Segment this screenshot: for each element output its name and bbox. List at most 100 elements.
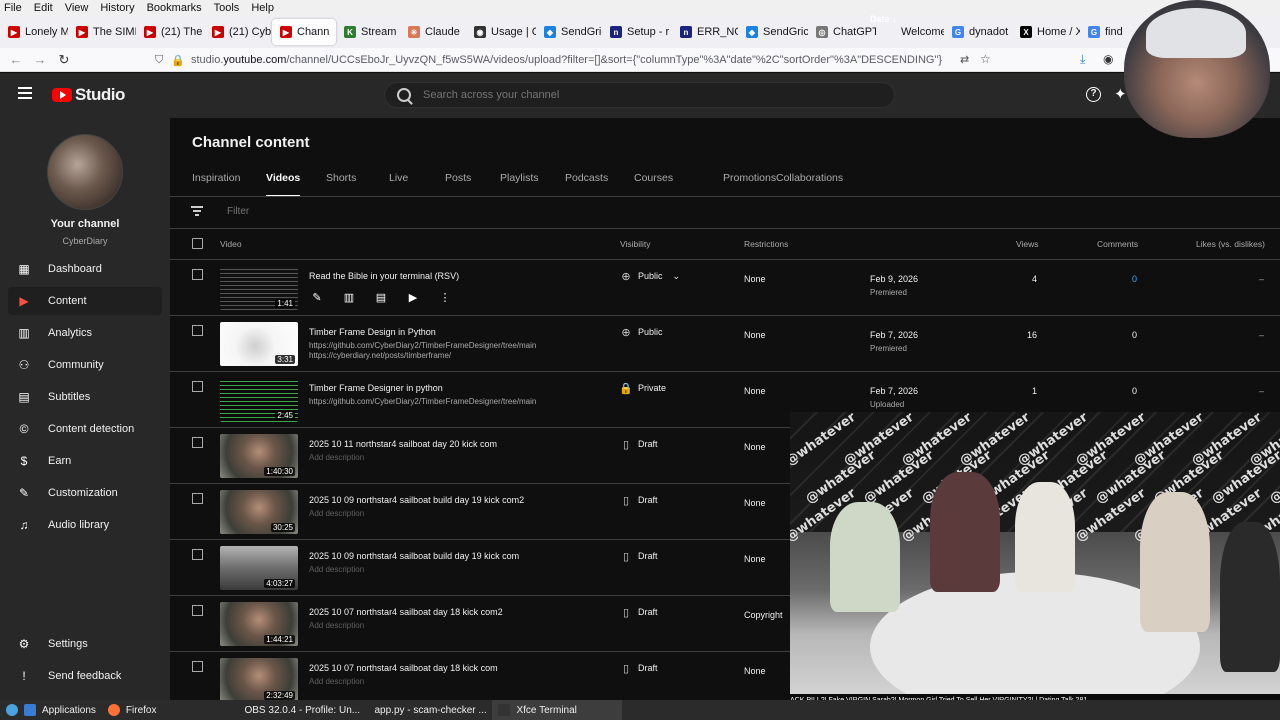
row-checkbox[interactable]: [192, 381, 203, 392]
analytics-icon[interactable]: ▥: [341, 290, 357, 304]
sidebar-item-community[interactable]: ⚇ Community: [8, 351, 162, 379]
tab-shorts[interactable]: Shorts: [326, 172, 356, 196]
sidebar-item-audio-library[interactable]: ♫ Audio library: [8, 511, 162, 539]
video-description[interactable]: Add description: [309, 677, 599, 687]
tab-courses[interactable]: Courses: [634, 172, 673, 196]
browser-tab[interactable]: X Home / X: [1012, 19, 1080, 45]
browser-tab[interactable]: ◎ ChatGPT: [808, 19, 876, 45]
col-header-visibility[interactable]: Visibility: [620, 239, 651, 249]
row-checkbox[interactable]: [192, 549, 203, 560]
filter-icon[interactable]: [191, 206, 203, 218]
comments-value[interactable]: 0: [1110, 274, 1137, 284]
menu-item[interactable]: Tools: [214, 2, 240, 14]
taskbar-window[interactable]: OBS 32.0.4 - Profile: Un...: [232, 700, 362, 720]
sidebar-item-customization[interactable]: ✎ Customization: [8, 479, 162, 507]
menu-item[interactable]: History: [100, 2, 134, 14]
row-checkbox[interactable]: [192, 325, 203, 336]
bookmark-star-icon[interactable]: ☆: [980, 52, 991, 66]
video-description[interactable]: Add description: [309, 565, 599, 575]
browser-tab[interactable]: Gdynadot: [944, 19, 1012, 45]
help-icon[interactable]: ?: [1086, 87, 1101, 102]
table-row[interactable]: 1:41 Read the Bible in your terminal (RSV…: [170, 260, 1280, 316]
video-thumbnail[interactable]: 2:32:49: [220, 658, 298, 702]
col-header-views[interactable]: Views: [1016, 239, 1039, 249]
row-checkbox[interactable]: [192, 269, 203, 280]
menu-item[interactable]: Edit: [34, 2, 53, 14]
sidebar-item-settings[interactable]: ⚙ Settings: [8, 630, 162, 658]
video-thumbnail[interactable]: 1:41: [220, 266, 298, 310]
visibility-status[interactable]: ▯ Draft: [620, 438, 658, 451]
video-thumbnail[interactable]: 3:31: [220, 322, 298, 366]
browser-tab[interactable]: ◆ SendGric: [738, 19, 808, 45]
browser-tab[interactable]: ◆ SendGric: [536, 19, 602, 45]
sidebar-item-earn[interactable]: $ Earn: [8, 447, 162, 475]
sidebar-item-content[interactable]: ▶ Content: [8, 287, 162, 315]
video-thumbnail[interactable]: 4:03:27: [220, 546, 298, 590]
taskbar-window[interactable]: app.py - scam-checker ...: [362, 700, 492, 720]
tab-videos[interactable]: Videos: [266, 172, 301, 197]
video-thumbnail[interactable]: 30:25: [220, 490, 298, 534]
row-checkbox[interactable]: [192, 661, 203, 672]
menu-item[interactable]: Help: [251, 2, 274, 14]
browser-tab[interactable]: ▶Chann✕: [272, 19, 336, 45]
video-title[interactable]: 2025 10 07 northstar4 sailboat day 18 ki…: [309, 663, 498, 673]
video-description[interactable]: Add description: [309, 509, 599, 519]
browser-tab[interactable]: ✳ Claude: [400, 19, 466, 45]
sidebar-item-subtitles[interactable]: ▤ Subtitles: [8, 383, 162, 411]
comments-icon[interactable]: ▤: [373, 290, 389, 304]
filter-input[interactable]: [227, 206, 427, 217]
browser-tab[interactable]: Gfind: [1080, 19, 1130, 45]
search-input[interactable]: [423, 89, 863, 101]
tab-collaborations[interactable]: Collaborations: [776, 172, 843, 196]
applications-menu[interactable]: Applications: [0, 700, 102, 720]
browser-tab[interactable]: n ERR_NGI: [672, 19, 738, 45]
video-title[interactable]: Timber Frame Designer in python: [309, 383, 443, 393]
translate-icon[interactable]: ⇄: [960, 53, 969, 66]
browser-tab[interactable]: ▶ (21) The: [136, 19, 204, 45]
visibility-status[interactable]: ▯ Draft: [620, 606, 658, 619]
edit-icon[interactable]: ✎: [309, 290, 325, 304]
video-thumbnail[interactable]: 2:45: [220, 378, 298, 422]
video-description[interactable]: Add description: [309, 621, 599, 631]
browser-tab[interactable]: n Setup - r: [602, 19, 672, 45]
tab-podcasts[interactable]: Podcasts: [565, 172, 608, 196]
col-header-comments[interactable]: Comments: [1097, 239, 1138, 249]
url-bar[interactable]: ⛉ 🔒 studio. youtube.com/channel/UCCsEboJr…: [155, 48, 1000, 72]
col-header-likes[interactable]: Likes (vs. dislikes): [1196, 239, 1265, 249]
channel-avatar[interactable]: [47, 134, 123, 210]
visibility-status[interactable]: ▯ Draft: [620, 550, 658, 563]
video-description[interactable]: https://github.com/CyberDiary2/TimberFra…: [309, 341, 599, 361]
sidebar-item-dashboard[interactable]: ▦ Dashboard: [8, 255, 162, 283]
sidebar-item-send-feedback[interactable]: ! Send feedback: [8, 662, 162, 690]
video-title[interactable]: 2025 10 07 northstar4 sailboat day 18 ki…: [309, 607, 503, 617]
select-all-checkbox[interactable]: [192, 238, 203, 249]
video-description[interactable]: https://github.com/CyberDiary2/TimberFra…: [309, 397, 599, 407]
col-header-restrictions[interactable]: Restrictions: [744, 239, 788, 249]
studio-logo[interactable]: Studio: [52, 85, 125, 105]
row-checkbox[interactable]: [192, 493, 203, 504]
browser-tab[interactable]: ◉ Usage | C: [466, 19, 536, 45]
chevron-down-icon[interactable]: ⌄: [673, 271, 681, 282]
account-icon[interactable]: ◉: [1103, 52, 1113, 66]
channel-search[interactable]: [384, 82, 895, 108]
video-title[interactable]: 2025 10 09 northstar4 sailboat build day…: [309, 495, 524, 505]
row-checkbox[interactable]: [192, 437, 203, 448]
back-icon[interactable]: ←: [4, 52, 28, 67]
menu-item[interactable]: View: [65, 2, 89, 14]
video-title[interactable]: 2025 10 11 northstar4 sailboat day 20 ki…: [309, 439, 497, 449]
tab-promotions[interactable]: Promotions: [723, 172, 776, 196]
browser-tab[interactable]: K Stream -: [336, 19, 400, 45]
more-options-icon[interactable]: ⋮: [437, 290, 453, 304]
tab-inspiration[interactable]: Inspiration: [192, 172, 240, 196]
video-title[interactable]: Timber Frame Design in Python: [309, 327, 436, 337]
tab-live[interactable]: Live: [389, 172, 408, 196]
video-title[interactable]: 2025 10 09 northstar4 sailboat build day…: [309, 551, 519, 561]
visibility-status[interactable]: ⊕ Public: [620, 326, 662, 339]
visibility-status[interactable]: 🔒 Private: [619, 382, 666, 395]
hamburger-menu-icon[interactable]: [18, 87, 32, 102]
tab-playlists[interactable]: Playlists: [500, 172, 539, 196]
video-thumbnail[interactable]: 1:44:21: [220, 602, 298, 646]
taskbar-window[interactable]: Xfce Terminal: [492, 700, 623, 720]
visibility-status[interactable]: ▯ Draft: [620, 494, 658, 507]
reload-icon[interactable]: ↻: [52, 52, 76, 68]
